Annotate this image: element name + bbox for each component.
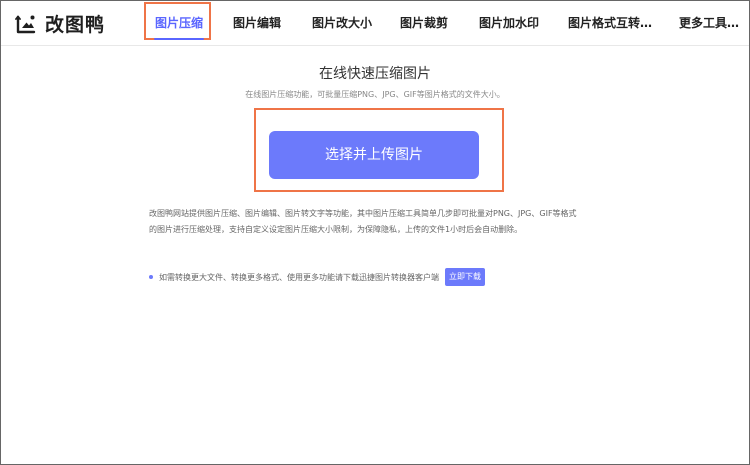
nav-item-image-watermark[interactable]: 图片加水印 [478, 1, 540, 45]
page-title: 在线快速压缩图片 [319, 66, 431, 82]
download-notice: 如需转换更大文件、转换更多格式、使用更多功能请下载迅捷图片转换器客户端 立即下载 [149, 268, 485, 286]
nav-item-image-edit[interactable]: 图片编辑 [232, 1, 282, 45]
nav-item-image-format[interactable]: 图片格式互转… [568, 1, 652, 45]
logo[interactable]: 改图鸭 [15, 10, 105, 36]
top-header: 改图鸭 图片压缩 图片编辑 图片改大小 图片裁剪 图片加水印 图片格式互转… 更… [1, 1, 749, 46]
page: 改图鸭 图片压缩 图片编辑 图片改大小 图片裁剪 图片加水印 图片格式互转… 更… [0, 0, 750, 465]
active-underline [154, 38, 204, 40]
nav-item-label: 图片加水印 [478, 16, 539, 30]
nav-item-label: 图片裁剪 [399, 16, 448, 30]
nav-item-image-resize[interactable]: 图片改大小 [311, 1, 373, 45]
nav-item-label: 图片格式互转… [568, 16, 653, 30]
nav-item-label: 图片改大小 [311, 16, 372, 30]
page-subtitle: 在线图片压缩功能，可批量压缩PNG、JPG、GIF等图片格式的文件大小。 [245, 90, 505, 99]
nav-item-label: 图片编辑 [232, 16, 281, 30]
description-line: 的图片进行压缩处理，支持自定义设定图片压缩大小限制，为保障隐私，上传的文件1小时… [149, 225, 523, 234]
highlight-box [144, 2, 211, 40]
bullet-icon [149, 275, 153, 279]
nav-item-label: 更多工具… [678, 16, 739, 30]
logo-icon [15, 15, 36, 34]
notice-text: 如需转换更大文件、转换更多格式、使用更多功能请下载迅捷图片转换器客户端 [159, 272, 439, 282]
nav-item-more-tools[interactable]: 更多工具… [678, 1, 740, 45]
upload-image-button[interactable]: 选择并上传图片 [269, 131, 479, 179]
nav-item-image-compress[interactable]: 图片压缩 [144, 1, 211, 45]
description-line: 改图鸭网站提供图片压缩、图片编辑、图片转文字等功能，其中图片压缩工具简单几步即可… [149, 209, 577, 218]
download-now-button[interactable]: 立即下载 [445, 268, 485, 286]
brand-name: 改图鸭 [45, 13, 106, 36]
nav-item-image-crop[interactable]: 图片裁剪 [399, 1, 449, 45]
description: 改图鸭网站提供图片压缩、图片编辑、图片转文字等功能，其中图片压缩工具简单几步即可… [149, 206, 609, 238]
